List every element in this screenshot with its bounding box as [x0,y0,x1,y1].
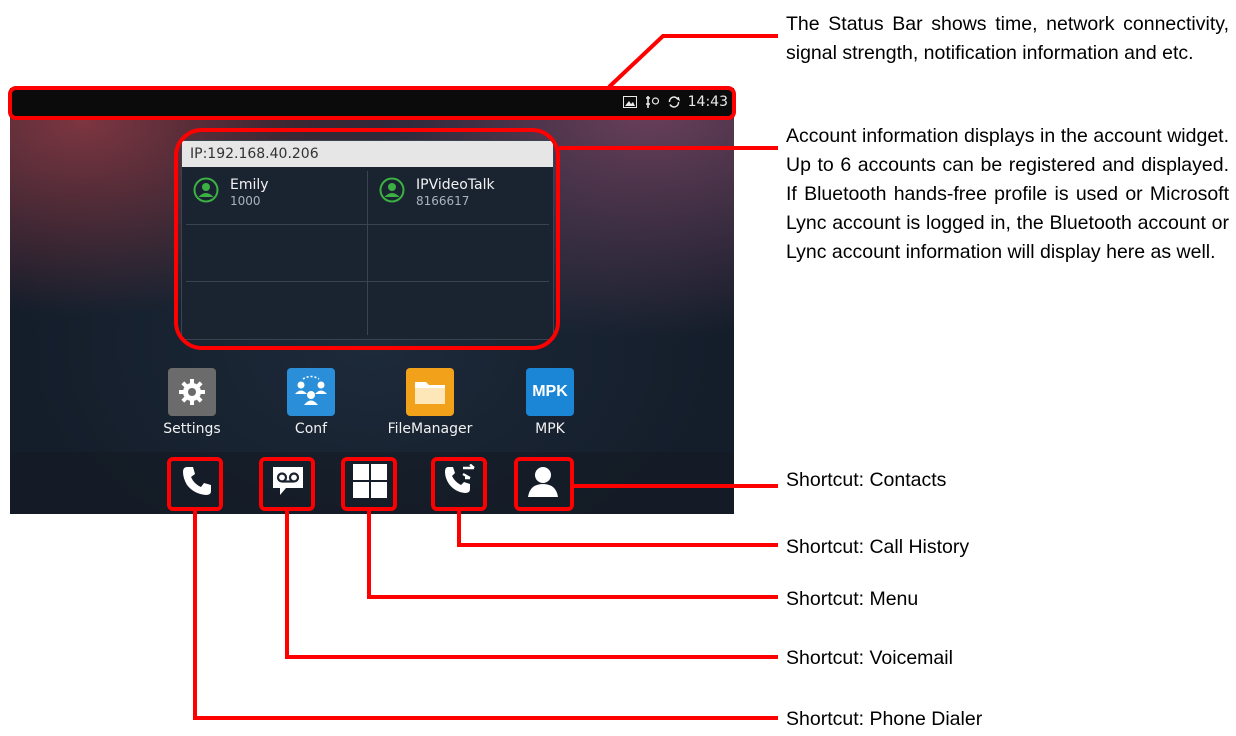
contacts-label: Shortcut: Contacts [786,469,947,491]
connector-lines [193,34,778,720]
menu-label: Shortcut: Menu [786,588,919,610]
call-history-label: Shortcut: Call History [786,536,970,558]
account-widget-description: Account information displays in the acco… [786,125,1229,263]
voicemail-label: Shortcut: Voicemail [786,647,953,669]
status-bar-description: The Status Bar shows time, network conne… [786,13,1229,64]
phone-dialer-label: Shortcut: Phone Dialer [786,708,983,730]
